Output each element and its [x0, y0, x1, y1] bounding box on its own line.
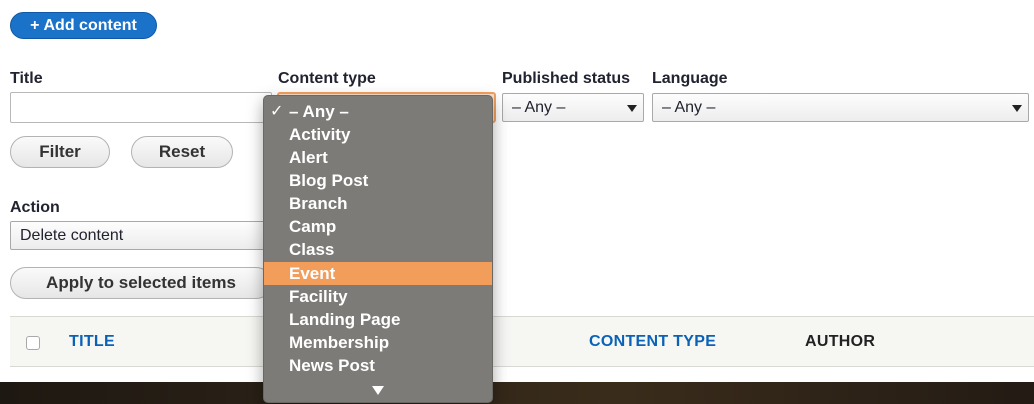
filter-button[interactable]: Filter: [10, 136, 110, 168]
content-type-dropdown-list[interactable]: ✓ – Any – Activity Alert Blog Post Branc…: [263, 95, 493, 403]
plus-icon: +: [30, 17, 40, 34]
page-footer-background: [0, 382, 1034, 404]
select-all-checkbox[interactable]: [26, 336, 40, 350]
column-content-type-header[interactable]: CONTENT TYPE: [589, 333, 716, 351]
language-value: – Any –: [662, 99, 716, 116]
dropdown-option-event[interactable]: Event: [264, 262, 492, 285]
chevron-down-icon: [1012, 105, 1022, 112]
column-author-header: AUTHOR: [805, 333, 876, 350]
action-select[interactable]: Delete content: [10, 221, 272, 250]
table-header: TITLE CONTENT TYPE AUTHOR: [10, 316, 1034, 367]
title-filter-label: Title: [10, 70, 43, 87]
add-content-label: Add content: [43, 17, 137, 34]
published-status-value: – Any –: [512, 99, 566, 116]
dropdown-option-alert[interactable]: Alert: [264, 146, 492, 169]
dropdown-option-activity[interactable]: Activity: [264, 123, 492, 146]
published-status-filter-label: Published status: [502, 70, 631, 87]
scroll-down-arrow-icon[interactable]: [372, 386, 384, 395]
apply-to-selected-items-button[interactable]: Apply to selected items: [10, 267, 272, 299]
dropdown-option-membership[interactable]: Membership: [264, 331, 492, 354]
dropdown-option-any[interactable]: ✓ – Any –: [264, 100, 492, 123]
dropdown-option-facility[interactable]: Facility: [264, 285, 492, 308]
dropdown-option-label: – Any –: [289, 102, 349, 121]
dropdown-option-news-post[interactable]: News Post: [264, 354, 492, 377]
checkmark-icon: ✓: [270, 103, 284, 120]
dropdown-option-landing-page[interactable]: Landing Page: [264, 308, 492, 331]
dropdown-option-class[interactable]: Class: [264, 238, 492, 261]
action-label: Action: [10, 199, 60, 216]
dropdown-option-camp[interactable]: Camp: [264, 215, 492, 238]
language-filter-label: Language: [652, 70, 728, 87]
dropdown-option-blog-post[interactable]: Blog Post: [264, 169, 492, 192]
content-type-filter-label: Content type: [278, 70, 376, 87]
add-content-button[interactable]: + Add content: [10, 12, 157, 39]
column-title-header[interactable]: TITLE: [69, 333, 115, 351]
dropdown-option-branch[interactable]: Branch: [264, 192, 492, 215]
language-select[interactable]: – Any –: [652, 93, 1029, 122]
published-status-select[interactable]: – Any –: [502, 93, 644, 122]
action-value: Delete content: [20, 227, 124, 244]
title-filter-input[interactable]: [10, 92, 272, 123]
reset-button[interactable]: Reset: [131, 136, 233, 168]
chevron-down-icon: [627, 105, 637, 112]
